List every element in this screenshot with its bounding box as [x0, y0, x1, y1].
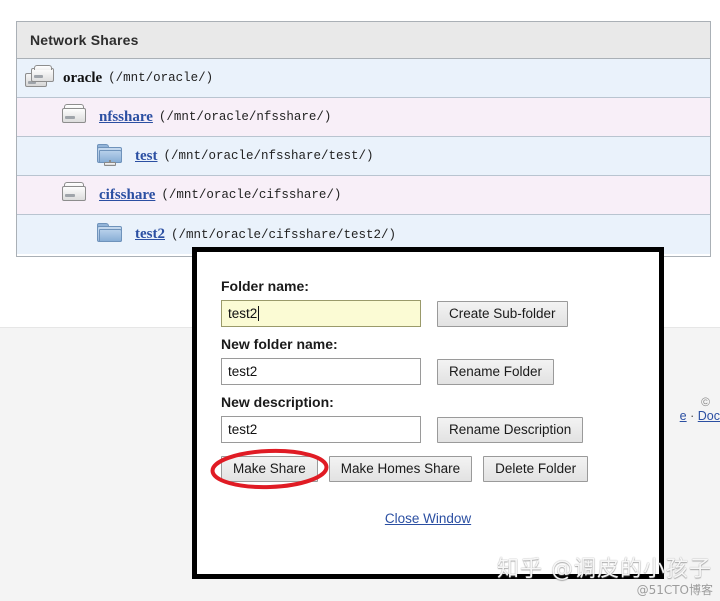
- share-path: (/mnt/oracle/cifsshare/test2/): [171, 227, 397, 242]
- share-path: (/mnt/oracle/nfsshare/): [158, 110, 332, 124]
- close-window-link[interactable]: Close Window: [385, 511, 471, 526]
- footer-link-fragment-left[interactable]: e: [680, 409, 687, 423]
- network-folder-icon: [97, 143, 127, 169]
- copyright-icon: ©: [701, 395, 710, 409]
- footer-link-fragment-right[interactable]: Doc: [698, 409, 720, 423]
- disk-icon: [61, 182, 91, 208]
- footer-separator: ·: [690, 409, 695, 423]
- new-folder-name-row: test2 Rename Folder: [221, 358, 635, 385]
- blog-watermark: @51CTO博客: [636, 583, 713, 597]
- share-path: (/mnt/oracle/cifsshare/): [161, 188, 342, 202]
- delete-folder-button[interactable]: Delete Folder: [483, 456, 589, 482]
- create-subfolder-button[interactable]: Create Sub-folder: [437, 300, 568, 327]
- share-row[interactable]: oracle (/mnt/oracle/): [17, 59, 710, 98]
- close-window-row: Close Window: [221, 510, 635, 528]
- screen-root: Network Shares oracle (/mnt/oracle/) nfs…: [0, 0, 720, 601]
- dialog-action-buttons: Make Share Make Homes Share Delete Folde…: [210, 448, 635, 490]
- share-path: (/mnt/oracle/nfsshare/test/): [163, 149, 374, 163]
- share-name: oracle: [63, 69, 103, 86]
- share-name-link[interactable]: test2: [135, 226, 165, 243]
- share-name-link[interactable]: test: [135, 148, 158, 165]
- new-folder-name-input-value: test2: [228, 364, 258, 379]
- folder-actions-dialog: Folder name: test2 Create Sub-folder New…: [192, 247, 664, 579]
- share-row[interactable]: nfsshare (/mnt/oracle/nfsshare/): [17, 98, 710, 137]
- new-description-row: test2 Rename Description: [221, 416, 635, 443]
- folder-name-input-value: test2: [228, 306, 258, 321]
- make-homes-share-button[interactable]: Make Homes Share: [328, 456, 473, 482]
- network-shares-panel: Network Shares oracle (/mnt/oracle/) nfs…: [16, 21, 711, 257]
- new-description-input[interactable]: test2: [221, 416, 421, 443]
- zhihu-watermark: 知乎 @调皮的小孩子: [497, 557, 712, 582]
- rename-folder-button[interactable]: Rename Folder: [437, 358, 555, 385]
- disk-stack-icon: [25, 65, 55, 91]
- panel-title: Network Shares: [17, 22, 710, 59]
- share-path: (/mnt/oracle/): [108, 71, 214, 85]
- new-description-label: New description:: [221, 394, 334, 410]
- folder-icon: [97, 222, 127, 248]
- text-caret: [258, 306, 260, 321]
- share-row[interactable]: cifsshare (/mnt/oracle/cifsshare/): [17, 176, 710, 215]
- share-row[interactable]: test (/mnt/oracle/nfsshare/test/): [17, 137, 710, 176]
- folder-name-input[interactable]: test2: [221, 300, 421, 327]
- rename-description-button[interactable]: Rename Description: [437, 416, 584, 443]
- share-name-link[interactable]: cifsshare: [99, 187, 155, 204]
- footer-links-partial: © e · Doc: [660, 395, 720, 435]
- folder-name-row: test2 Create Sub-folder: [221, 300, 635, 327]
- share-name-link[interactable]: nfsshare: [99, 109, 153, 126]
- new-description-input-value: test2: [228, 422, 258, 437]
- new-folder-name-label: New folder name:: [221, 336, 338, 352]
- make-share-button[interactable]: Make Share: [221, 456, 318, 482]
- disk-icon: [61, 104, 91, 130]
- folder-name-label: Folder name:: [221, 278, 309, 294]
- new-folder-name-input[interactable]: test2: [221, 358, 421, 385]
